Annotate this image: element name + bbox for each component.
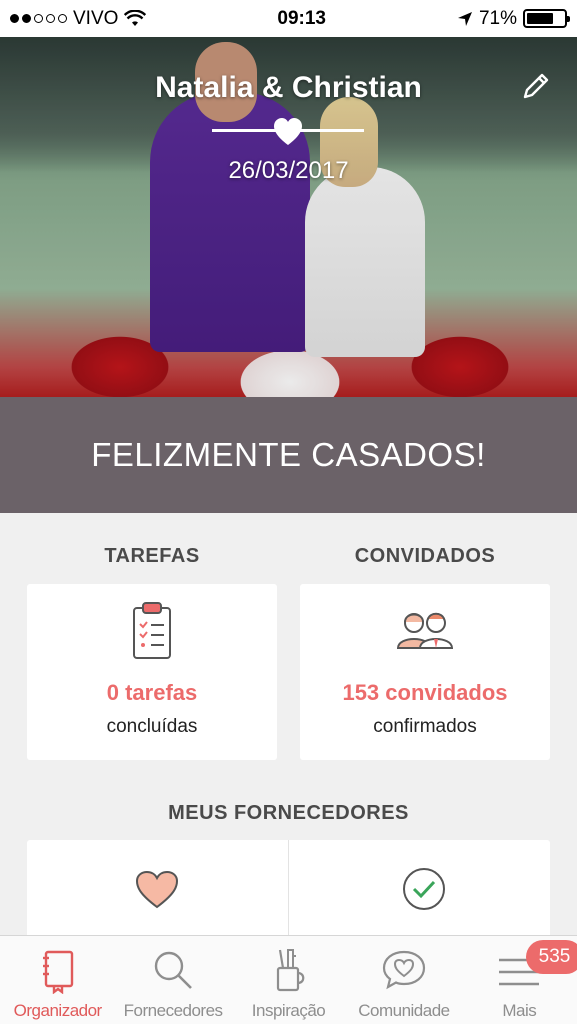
heart-divider-icon [274,118,302,145]
tab-bar: Organizador Fornecedores Inspiração Comu… [0,935,577,1024]
tasks-card[interactable]: 0 tarefas concluídas [27,584,277,760]
cover-photo[interactable]: Natalia & Christian 26/03/2017 [0,37,577,397]
check-circle-icon [403,868,445,910]
clock: 09:13 [277,7,326,29]
tab-comunidade[interactable]: Comunidade [346,936,461,1024]
battery-percent: 71% [478,7,517,29]
status-banner: FELIZMENTE CASADOS! [0,397,577,513]
tasks-caption: concluídas [106,716,198,737]
status-right: 71% [457,7,570,30]
search-icon [154,951,193,989]
banner-text: FELIZMENTE CASADOS! [91,436,486,473]
tab-inspiracao[interactable]: Inspiração [231,936,346,1024]
tasks-count: 0 tarefas [106,680,198,705]
guests-title: CONVIDADOS [354,545,496,567]
tab-label: Comunidade [358,1001,450,1020]
signal-strength-icon [10,14,67,23]
tab-fornecedores[interactable]: Fornecedores [115,936,230,1024]
pencil-icon[interactable] [519,69,553,103]
status-bar: VIVO 09:13 71% [0,0,577,37]
tab-organizador[interactable]: Organizador [0,936,115,1024]
vendors-card[interactable] [27,840,550,940]
guests-caption: confirmados [373,716,477,737]
tab-label: Organizador [13,1001,103,1020]
status-left: VIVO [10,7,147,30]
tab-mais[interactable]: Mais 535 [462,936,577,1024]
vendors-separator [288,840,289,940]
chat-heart-icon [382,950,426,990]
tools-icon [276,949,304,992]
wifi-icon [124,10,147,26]
notebook-icon [42,950,73,994]
tasks-title: TAREFAS [104,545,200,567]
tab-label: Fornecedores [123,1001,223,1020]
battery-icon [522,9,570,28]
clipboard-icon [133,602,171,659]
notification-badge: 535 [525,940,577,974]
tab-label: Inspiração [251,1001,326,1020]
tab-label: Mais [502,1001,537,1020]
carrier-name: VIVO [73,7,119,29]
vendors-title: MEUS FORNECEDORES [168,802,409,824]
battery-level [526,13,553,24]
couple-name: Natalia & Christian [155,71,422,104]
guests-count: 153 convidados [342,680,508,705]
heart-icon [135,870,179,909]
guests-card[interactable]: 153 convidados confirmados [300,584,550,760]
wedding-date: 26/03/2017 [228,157,349,184]
location-arrow-icon [457,11,472,26]
guests-icon [396,612,454,649]
